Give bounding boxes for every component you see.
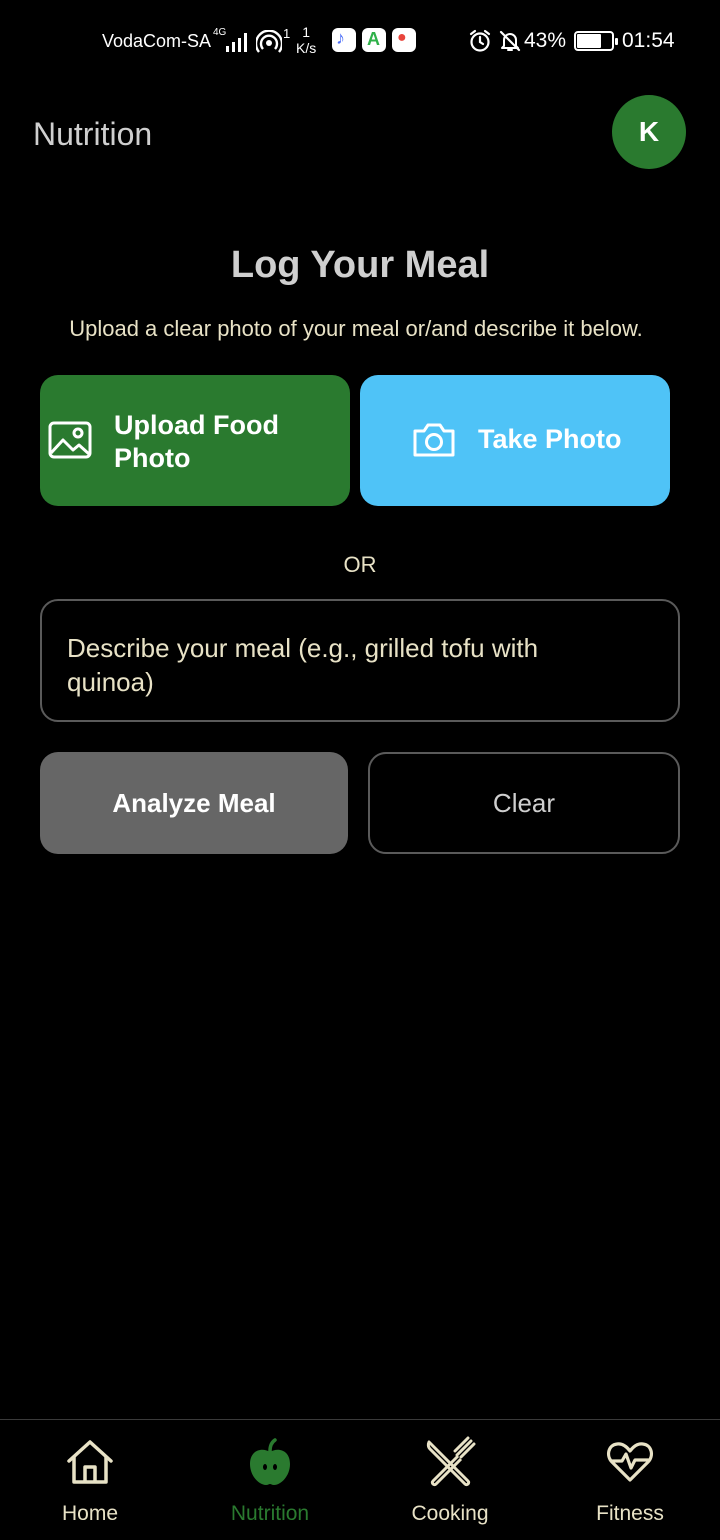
instructions-text: Upload a clear photo of your meal or/and…: [69, 316, 643, 341]
status-bar: VodaCom-SA 4G 1 1 K/s ♪ A ● 43% 01:54: [0, 22, 720, 62]
nav-item-nutrition[interactable]: Nutrition: [180, 1420, 360, 1540]
nav-label-cooking: Cooking: [411, 1502, 489, 1525]
apple-icon: [244, 1436, 296, 1488]
music-app-icon: [332, 28, 356, 52]
take-photo-button[interactable]: Take Photo: [360, 375, 670, 506]
apk-app-icon: [362, 28, 386, 52]
speed-value: 1: [302, 24, 311, 40]
avatar[interactable]: K: [612, 95, 686, 169]
page-title: Nutrition: [33, 116, 153, 152]
network-speed: 1 K/s: [296, 24, 316, 56]
upload-button-label: Upload Food Photo: [114, 410, 279, 473]
heart-pulse-icon: [604, 1436, 656, 1488]
nutrition-screen: VodaCom-SA 4G 1 1 K/s ♪ A ● 43% 01:54 Nu…: [0, 0, 720, 1540]
camera-button-label: Take Photo: [478, 424, 622, 454]
meal-input-placeholder: Describe your meal (e.g., grilled tofu w…: [67, 633, 539, 697]
speed-unit: K/s: [296, 40, 317, 56]
upload-food-photo-button[interactable]: Upload Food Photo: [40, 375, 350, 506]
signal-icon: [224, 30, 250, 60]
mute-icon: [498, 29, 522, 59]
battery-percent: 43%: [524, 29, 567, 52]
hotspot-count: 1: [283, 26, 291, 41]
or-divider: OR: [343, 552, 377, 577]
clock: 01:54: [622, 29, 675, 52]
battery-icon: [574, 31, 618, 51]
home-icon: [64, 1436, 116, 1488]
utensils-icon: [424, 1436, 476, 1488]
nav-label-nutrition: Nutrition: [230, 1502, 310, 1525]
nav-item-fitness[interactable]: Fitness: [540, 1420, 720, 1540]
alarm-icon: [468, 29, 492, 59]
meal-description-input[interactable]: Describe your meal (e.g., grilled tofu w…: [40, 599, 680, 722]
image-icon: [48, 420, 92, 465]
camera-icon: [411, 421, 457, 464]
nav-label-home: Home: [61, 1502, 119, 1525]
clear-button[interactable]: Clear: [368, 752, 680, 854]
nav-label-fitness: Fitness: [596, 1502, 664, 1525]
maps-app-icon: [392, 28, 416, 52]
nav-item-cooking[interactable]: Cooking: [360, 1420, 540, 1540]
carrier-name: VodaCom-SA: [102, 31, 212, 51]
bottom-nav: Home Nutrition Cooking Fitness: [0, 1419, 720, 1540]
nav-item-home[interactable]: Home: [0, 1420, 180, 1540]
log-meal-heading: Log Your Meal: [230, 244, 490, 286]
hotspot-icon: [254, 29, 284, 60]
analyze-meal-button[interactable]: Analyze Meal: [40, 752, 348, 854]
